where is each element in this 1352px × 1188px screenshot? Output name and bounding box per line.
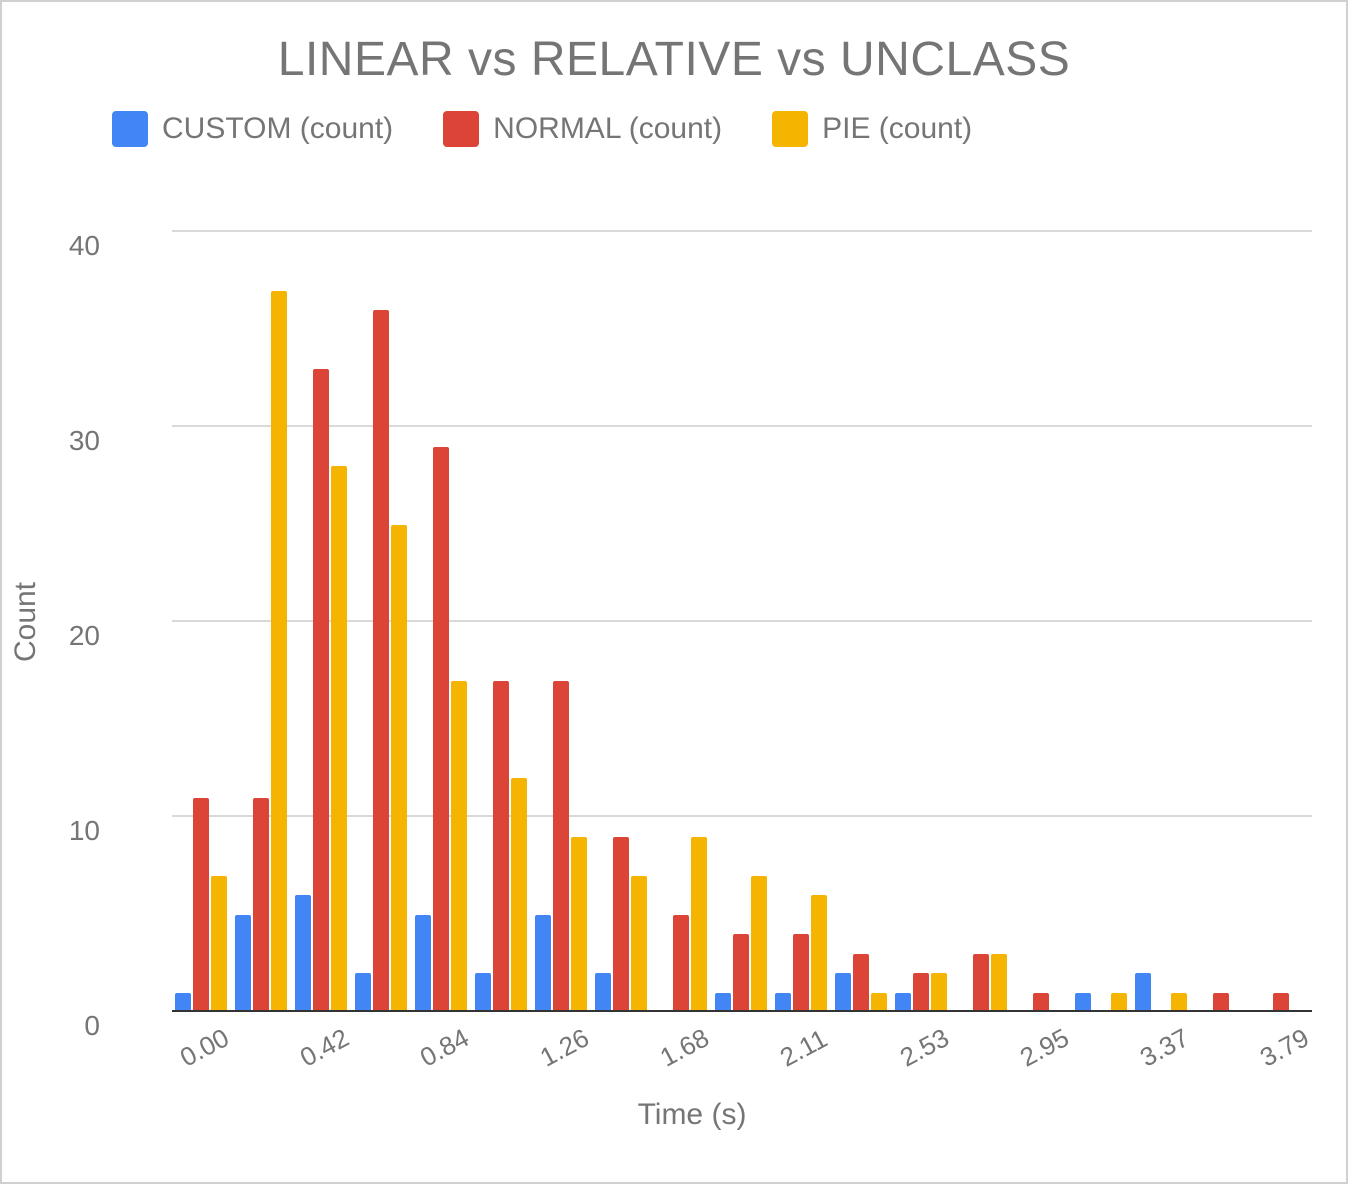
bar — [211, 876, 227, 1013]
bar — [535, 915, 551, 1013]
bar — [835, 973, 851, 1012]
bar — [631, 876, 647, 1013]
bar — [991, 954, 1007, 1013]
legend-swatch-custom — [112, 111, 148, 147]
x-tick: 0.42 — [295, 1022, 354, 1073]
x-tick: 3.37 — [1135, 1022, 1194, 1073]
legend-swatch-pie — [772, 111, 808, 147]
bar — [475, 973, 491, 1012]
legend-item-custom: CUSTOM (count) — [112, 111, 393, 147]
y-tick: 20 — [40, 620, 100, 652]
plot: Count Time (s) 010203040 0.000.420.841.2… — [62, 232, 1322, 1012]
x-tick: 1.26 — [535, 1022, 594, 1073]
bar — [331, 466, 347, 1012]
plot-area — [172, 232, 1312, 1012]
bar — [571, 837, 587, 1013]
bar — [313, 369, 329, 1013]
bar — [811, 895, 827, 1012]
x-axis-label: Time (s) — [638, 1098, 747, 1132]
x-tick: 2.95 — [1015, 1022, 1074, 1073]
bar — [295, 895, 311, 1012]
bar — [511, 778, 527, 1012]
bar-group — [415, 447, 467, 1013]
bar-group — [895, 973, 947, 1012]
bar — [931, 973, 947, 1012]
bar — [733, 934, 749, 1012]
bar — [391, 525, 407, 1013]
x-ticks: 0.00 0.42 0.84 1.26 1.68 2.11 2.53 2.95 3.37 3.79 — [172, 1022, 1312, 1082]
bar — [415, 915, 431, 1013]
bar — [433, 447, 449, 1013]
chart-frame: LINEAR vs RELATIVE vs UNCLASS CUSTOM (co… — [0, 0, 1348, 1184]
legend-label-custom: CUSTOM (count) — [162, 112, 393, 146]
bar-group — [535, 681, 587, 1013]
bar-group — [655, 837, 707, 1013]
bar — [373, 310, 389, 1012]
bar — [493, 681, 509, 1013]
bar-group — [295, 369, 347, 1013]
bars — [172, 232, 1312, 1012]
bar-group — [775, 895, 827, 1012]
x-tick: 0.84 — [415, 1022, 474, 1073]
bar — [613, 837, 629, 1013]
bar-group — [1135, 973, 1187, 1012]
x-tick: 2.11 — [775, 1023, 833, 1073]
y-tick: 0 — [40, 1010, 100, 1042]
legend-item-pie: PIE (count) — [772, 111, 972, 147]
bar — [973, 954, 989, 1013]
legend-label-normal: NORMAL (count) — [493, 112, 722, 146]
legend-item-normal: NORMAL (count) — [443, 111, 722, 147]
bar-group — [475, 681, 527, 1013]
bar — [271, 291, 287, 1013]
bar-group — [715, 876, 767, 1013]
bar — [673, 915, 689, 1013]
bar — [691, 837, 707, 1013]
y-tick: 40 — [40, 230, 100, 262]
bar — [451, 681, 467, 1013]
bar — [853, 954, 869, 1013]
bar — [235, 915, 251, 1013]
x-tick: 0.00 — [175, 1022, 234, 1073]
bar-group — [175, 798, 227, 1013]
y-axis-label: Count — [9, 582, 43, 662]
bar — [793, 934, 809, 1012]
legend: CUSTOM (count) NORMAL (count) PIE (count… — [112, 111, 1346, 147]
x-tick: 3.79 — [1255, 1022, 1314, 1073]
bar — [355, 973, 371, 1012]
bar — [1135, 973, 1151, 1012]
bar — [913, 973, 929, 1012]
legend-swatch-normal — [443, 111, 479, 147]
baseline — [172, 1010, 1312, 1012]
bar-group — [355, 310, 407, 1012]
chart-title: LINEAR vs RELATIVE vs UNCLASS — [2, 32, 1346, 87]
y-tick: 10 — [40, 815, 100, 847]
bar-group — [595, 837, 647, 1013]
x-tick: 2.53 — [895, 1022, 954, 1073]
bar-group — [835, 954, 887, 1013]
bar-group — [235, 291, 287, 1013]
y-tick: 30 — [40, 425, 100, 457]
bar — [553, 681, 569, 1013]
bar — [595, 973, 611, 1012]
bar-group — [955, 954, 1007, 1013]
bar — [253, 798, 269, 1013]
legend-label-pie: PIE (count) — [822, 112, 972, 146]
bar — [751, 876, 767, 1013]
x-tick: 1.68 — [655, 1022, 714, 1073]
bar — [193, 798, 209, 1013]
